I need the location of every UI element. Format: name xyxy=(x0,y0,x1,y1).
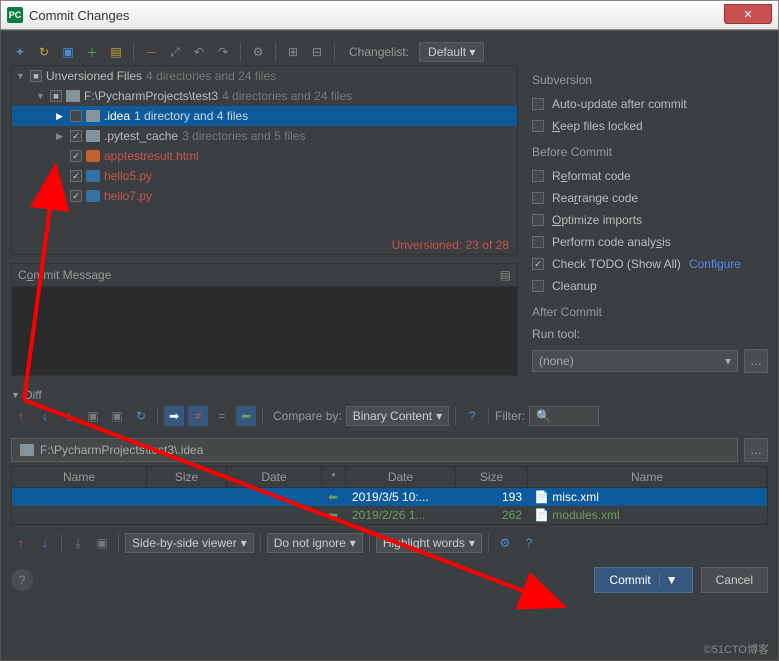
diff-toolbar: ↑ ↓ ⤓ ▣ ▣ ↻ ➡ ≠ = ⬅ Compare by: Binary C… xyxy=(11,402,768,430)
changelist-select[interactable]: Default ▾ xyxy=(419,42,484,62)
col-date[interactable]: Date xyxy=(227,467,322,487)
refresh-diff-icon[interactable]: ↻ xyxy=(131,406,151,426)
status-count: Unversioned: 23 of 28 xyxy=(392,238,509,252)
refresh-icon[interactable]: ✦ xyxy=(11,43,29,61)
close-button[interactable] xyxy=(724,4,772,24)
rearrange-checkbox[interactable] xyxy=(532,192,544,204)
changelist-label: Changelist: xyxy=(349,45,409,59)
history-icon[interactable]: ▤ xyxy=(500,268,511,282)
filter-input[interactable]: 🔍 xyxy=(529,406,599,426)
tree-item-pytest[interactable]: ▶ .pytest_cache 3 directories and 5 file… xyxy=(12,126,517,146)
redo-icon[interactable]: ↷ xyxy=(214,43,232,61)
expand-all-icon[interactable]: ⊞ xyxy=(284,43,302,61)
configure-link[interactable]: Configure xyxy=(689,257,741,271)
analysis-checkbox[interactable] xyxy=(532,236,544,248)
table-row[interactable]: ⬅ 2019/3/5 10:... 193 📄 misc.xml xyxy=(12,488,767,506)
prev-icon[interactable]: ↑ xyxy=(11,533,31,553)
todo-checkbox[interactable] xyxy=(532,258,544,270)
main-toolbar: ✦ ↻ ▣ ＋ ▤ － ⤢ ↶ ↷ ⚙ ⊞ ⊟ Changelist: Defa… xyxy=(11,39,768,65)
tree-item-file[interactable]: hello7.py xyxy=(12,186,517,206)
window-title: Commit Changes xyxy=(29,8,129,23)
col-name2[interactable]: Name xyxy=(528,467,767,487)
export-icon[interactable]: ⤓ xyxy=(59,406,79,426)
run-tool-more-button[interactable]: … xyxy=(744,349,768,373)
tree-item-file[interactable]: apptestresult.html xyxy=(12,146,517,166)
before-header: Before Commit xyxy=(532,145,768,159)
remove-icon[interactable]: － xyxy=(142,43,160,61)
viewer-select[interactable]: Side-by-side viewer▾ xyxy=(125,533,254,553)
tree-item-file[interactable]: hello5.py xyxy=(12,166,517,186)
gear-icon[interactable]: ⚙ xyxy=(249,43,267,61)
file-tree[interactable]: ▼■ Unversioned Files 4 directories and 2… xyxy=(11,65,518,255)
cleanup-checkbox[interactable] xyxy=(532,280,544,292)
view-icon[interactable]: ▣ xyxy=(92,533,112,553)
optimize-checkbox[interactable] xyxy=(532,214,544,226)
help-button[interactable]: ? xyxy=(11,569,33,591)
commit-button[interactable]: Commit▼ xyxy=(594,567,692,593)
python-file-icon xyxy=(86,190,100,202)
col-name[interactable]: Name xyxy=(12,467,147,487)
keep-locked-checkbox[interactable] xyxy=(532,120,544,132)
commit-message-input[interactable] xyxy=(11,286,518,376)
arrow-left-icon[interactable]: ⬅ xyxy=(236,406,256,426)
watermark: ©51CTO博客 xyxy=(704,641,769,657)
commit-message-header: Commit Message ▤ xyxy=(11,263,518,286)
options-panel: Subversion Auto-update after commit Keep… xyxy=(532,65,768,255)
tree-project: F:\PycharmProjects\test3 xyxy=(84,89,218,103)
after-header: After Commit xyxy=(532,305,768,319)
subversion-header: Subversion xyxy=(532,73,768,87)
table-row[interactable]: ⬅ 2019/2/26 1... 262 📄 modules.xml xyxy=(12,506,767,524)
gear2-icon[interactable]: ⚙ xyxy=(495,533,515,553)
revert-icon[interactable]: ↻ xyxy=(35,43,53,61)
expand-icon[interactable]: ⤢ xyxy=(166,43,184,61)
tree-item-idea[interactable]: ▶ .idea 1 directory and 4 files xyxy=(12,106,517,126)
folder-icon xyxy=(86,130,100,142)
export2-icon[interactable]: ⤓ xyxy=(68,533,88,553)
collapse-all-icon[interactable]: ⊟ xyxy=(308,43,326,61)
cancel-button[interactable]: Cancel xyxy=(701,567,768,593)
title-bar: PC Commit Changes xyxy=(0,0,779,30)
compare-by-select[interactable]: Binary Content▾ xyxy=(346,406,449,426)
copy-icon[interactable]: ▣ xyxy=(83,406,103,426)
equal-icon[interactable]: = xyxy=(212,406,232,426)
path-field[interactable]: F:\PycharmProjects\test3\.idea xyxy=(11,438,738,462)
diff-header[interactable]: ▼Diff xyxy=(11,388,768,402)
filter-label: Filter: xyxy=(495,409,525,423)
arrow-right-icon[interactable]: ➡ xyxy=(164,406,184,426)
diff-table: Name Size Date * Date Size Name ⬅ 2019/3… xyxy=(11,466,768,525)
highlight-select[interactable]: Highlight words▾ xyxy=(376,533,482,553)
prev-diff-icon[interactable]: ↑ xyxy=(11,406,31,426)
undo-icon[interactable]: ↶ xyxy=(190,43,208,61)
run-tool-label: Run tool: xyxy=(532,327,768,341)
path-more-button[interactable]: … xyxy=(744,438,768,462)
auto-update-checkbox[interactable] xyxy=(532,98,544,110)
run-tool-select[interactable]: (none)▾ xyxy=(532,350,738,372)
app-icon: PC xyxy=(7,7,23,23)
changelist-icon[interactable]: ▤ xyxy=(107,43,125,61)
ignore-select[interactable]: Do not ignore▾ xyxy=(267,533,363,553)
diff-icon[interactable]: ▣ xyxy=(59,43,77,61)
folder-icon xyxy=(86,110,100,122)
help2-icon[interactable]: ? xyxy=(519,533,539,553)
bottom-toolbar: ↑ ↓ ⤓ ▣ Side-by-side viewer▾ Do not igno… xyxy=(11,529,768,557)
tree-root-label: Unversioned Files xyxy=(46,69,142,83)
python-file-icon xyxy=(86,170,100,182)
reformat-checkbox[interactable] xyxy=(532,170,544,182)
col-star[interactable]: * xyxy=(322,467,346,487)
dialog-body: ✦ ↻ ▣ ＋ ▤ － ⤢ ↶ ↷ ⚙ ⊞ ⊟ Changelist: Defa… xyxy=(0,30,779,661)
folder-icon xyxy=(66,90,80,102)
next-diff-icon[interactable]: ↓ xyxy=(35,406,55,426)
col-size2[interactable]: Size xyxy=(456,467,528,487)
add-icon[interactable]: ＋ xyxy=(83,43,101,61)
html-file-icon xyxy=(86,150,100,162)
col-date2[interactable]: Date xyxy=(346,467,456,487)
next-icon[interactable]: ↓ xyxy=(35,533,55,553)
compare-by-label: Compare by: xyxy=(273,409,342,423)
col-size[interactable]: Size xyxy=(147,467,227,487)
help-diff-icon[interactable]: ? xyxy=(462,406,482,426)
folder-icon xyxy=(20,444,34,456)
not-equal-icon[interactable]: ≠ xyxy=(188,406,208,426)
copy2-icon[interactable]: ▣ xyxy=(107,406,127,426)
